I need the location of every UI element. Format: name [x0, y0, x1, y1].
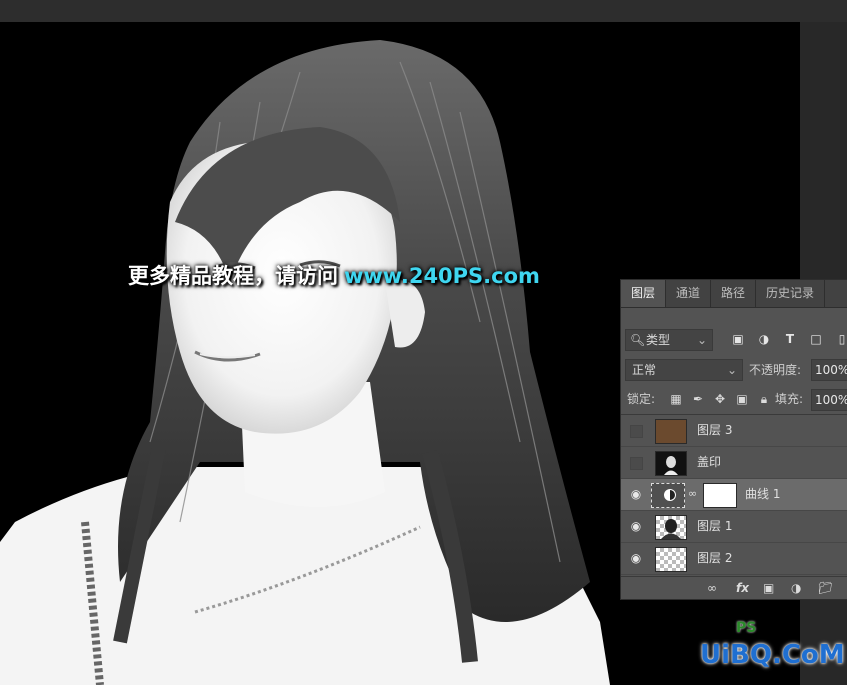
shape-filter-icon[interactable]: □	[807, 330, 825, 348]
new-adjustment-icon[interactable]: ◑	[791, 577, 801, 599]
layers-panel: 图层 通道 路径 历史记录 🔍︎ 类型 ⌄ ▣ ◑ T □ ▯ 正常 ⌄ 不透明…	[620, 279, 847, 600]
chevron-down-icon: ⌄	[726, 363, 737, 377]
site-logo-ps: PS	[736, 620, 757, 636]
add-mask-icon[interactable]: ▣	[763, 577, 774, 599]
layer-name[interactable]: 曲线 1	[745, 479, 780, 510]
new-group-icon[interactable]: 📁︎	[818, 577, 833, 599]
lock-image-icon[interactable]: ✒	[689, 390, 707, 408]
lock-icons: ▦ ✒ ✥ ▣ 🔒︎	[667, 390, 777, 408]
layer-row[interactable]: 图层 3	[621, 415, 847, 447]
fx-icon[interactable]: fx	[736, 577, 749, 599]
tab-paths[interactable]: 路径	[711, 280, 757, 307]
opacity-input[interactable]: 100%	[811, 359, 847, 381]
layer-row[interactable]: 盖印	[621, 447, 847, 479]
filter-icons: ▣ ◑ T □ ▯	[729, 330, 847, 348]
layer-thumbnail	[655, 515, 687, 540]
watermark-url: www.240PS.com	[344, 264, 540, 288]
tab-layers[interactable]: 图层	[621, 280, 667, 307]
watermark-cn: 更多精品教程，请访问	[128, 264, 338, 288]
eye-icon[interactable]: ◉	[629, 551, 643, 565]
curves-adjustment-icon	[664, 489, 676, 501]
type-filter-icon[interactable]: T	[781, 330, 799, 348]
link-layers-icon[interactable]: ∞	[707, 577, 717, 599]
watermark-text: 更多精品教程，请访问 www.240PS.com	[128, 260, 540, 290]
top-bar	[0, 0, 847, 22]
adjustment-filter-icon[interactable]: ◑	[755, 330, 773, 348]
lock-transparent-icon[interactable]: ▦	[667, 390, 685, 408]
lock-position-icon[interactable]: ✥	[711, 390, 729, 408]
visibility-toggle[interactable]	[630, 457, 643, 470]
layer-filter-select[interactable]: 🔍︎ 类型 ⌄	[625, 329, 713, 351]
layer-row-selected[interactable]: ◉ ∞ 曲线 1	[621, 479, 847, 511]
fill-input[interactable]: 100%	[811, 389, 847, 411]
tab-history[interactable]: 历史记录	[756, 280, 826, 307]
site-logo: PS UiBQ.CoM	[700, 620, 845, 670]
layer-name[interactable]: 图层 3	[697, 415, 732, 446]
fill-label: 填充:	[775, 392, 804, 406]
visibility-toggle[interactable]	[630, 425, 643, 438]
layer-row[interactable]: ◉ 图层 1	[621, 511, 847, 543]
panel-footer: ∞ fx ▣ ◑ 📁︎	[621, 576, 847, 599]
layer-list: 图层 3 盖印 ◉ ∞ 曲线 1 ◉ 图层 1 ◉ 图层 2	[621, 414, 847, 575]
chevron-down-icon: ⌄	[696, 333, 707, 347]
site-logo-text: UiBQ.CoM	[700, 640, 845, 670]
layer-row[interactable]: ◉ 图层 2	[621, 543, 847, 575]
layer-name[interactable]: 盖印	[697, 447, 721, 478]
blend-mode-value: 正常	[632, 363, 657, 377]
filter-type-label: 类型	[646, 333, 671, 347]
layer-thumbnail	[655, 419, 687, 444]
panel-tabs: 图层 通道 路径 历史记录	[621, 280, 847, 308]
eye-icon[interactable]: ◉	[629, 487, 643, 501]
tab-channels[interactable]: 通道	[666, 280, 712, 307]
layer-mask-thumbnail[interactable]	[703, 483, 737, 508]
layer-thumbnail	[655, 547, 687, 572]
adjustment-thumbnail	[651, 483, 685, 508]
pixel-filter-icon[interactable]: ▣	[729, 330, 747, 348]
smart-object-filter-icon[interactable]: ▯	[833, 330, 847, 348]
layer-name[interactable]: 图层 1	[697, 511, 732, 542]
opacity-label: 不透明度:	[749, 363, 802, 377]
lock-label: 锁定:	[627, 392, 656, 406]
layer-thumbnail	[655, 451, 687, 476]
lock-all-icon[interactable]: 🔒︎	[755, 390, 773, 408]
blend-mode-select[interactable]: 正常 ⌄	[625, 359, 743, 381]
search-icon: 🔍︎	[630, 333, 646, 347]
layer-name[interactable]: 图层 2	[697, 543, 732, 574]
link-icon[interactable]: ∞	[688, 487, 697, 500]
eye-icon[interactable]: ◉	[629, 519, 643, 533]
lock-artboard-icon[interactable]: ▣	[733, 390, 751, 408]
